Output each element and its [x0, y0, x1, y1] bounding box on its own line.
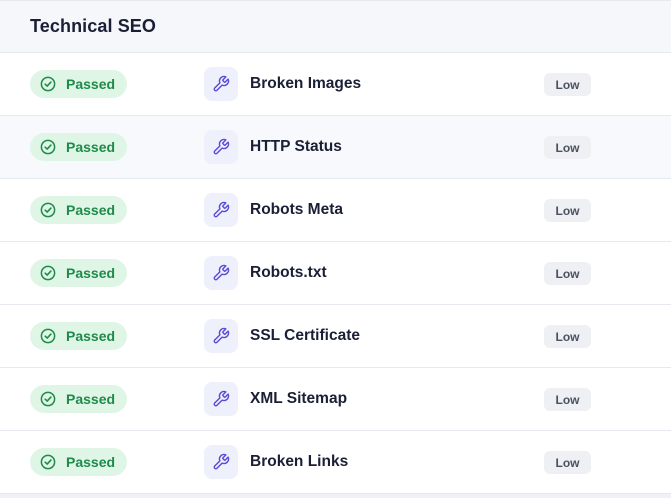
status-label: Passed — [66, 454, 116, 470]
check-name: Robots.txt — [250, 264, 327, 281]
table-row[interactable]: Passed Robots Meta Low — [0, 179, 671, 242]
status-badge: Passed — [30, 196, 128, 224]
status-badge: Passed — [30, 259, 128, 287]
table-row[interactable]: Passed Broken Links Low — [0, 431, 671, 494]
check-circle-icon — [40, 76, 56, 92]
wrench-icon — [204, 445, 238, 479]
status-label: Passed — [66, 328, 116, 344]
check-list: Passed Broken Images Low Passed HTTP Sta… — [0, 53, 671, 494]
table-row[interactable]: Passed Robots.txt Low — [0, 242, 671, 305]
priority-badge: Low — [544, 451, 591, 474]
bottom-divider — [0, 494, 671, 498]
status-label: Passed — [66, 391, 116, 407]
table-row[interactable]: Passed SSL Certificate Low — [0, 305, 671, 368]
priority-badge: Low — [544, 199, 591, 222]
status-label: Passed — [66, 265, 116, 281]
check-circle-icon — [40, 391, 56, 407]
section-header[interactable]: Technical SEO — [0, 1, 671, 53]
check-name: Robots Meta — [250, 201, 343, 218]
check-name: Broken Images — [250, 75, 362, 92]
status-badge: Passed — [30, 385, 128, 413]
check-name: SSL Certificate — [250, 327, 360, 344]
check-circle-icon — [40, 265, 56, 281]
section-title: Technical SEO — [30, 16, 157, 36]
technical-seo-panel: Technical SEO Passed Broken Images Low P… — [0, 0, 671, 498]
priority-badge: Low — [544, 73, 591, 96]
table-row[interactable]: Passed Broken Images Low — [0, 53, 671, 116]
status-badge: Passed — [30, 322, 128, 350]
check-circle-icon — [40, 454, 56, 470]
wrench-icon — [204, 382, 238, 416]
check-circle-icon — [40, 328, 56, 344]
status-badge: Passed — [30, 70, 128, 98]
wrench-icon — [204, 67, 238, 101]
table-row[interactable]: Passed XML Sitemap Low — [0, 368, 671, 431]
status-label: Passed — [66, 76, 116, 92]
check-circle-icon — [40, 139, 56, 155]
status-label: Passed — [66, 139, 116, 155]
status-label: Passed — [66, 202, 116, 218]
wrench-icon — [204, 130, 238, 164]
wrench-icon — [204, 193, 238, 227]
table-row[interactable]: Passed HTTP Status Low — [0, 116, 671, 179]
check-name: HTTP Status — [250, 138, 342, 155]
priority-badge: Low — [544, 136, 591, 159]
priority-badge: Low — [544, 325, 591, 348]
check-name: Broken Links — [250, 453, 349, 470]
status-badge: Passed — [30, 133, 128, 161]
wrench-icon — [204, 256, 238, 290]
priority-badge: Low — [544, 388, 591, 411]
priority-badge: Low — [544, 262, 591, 285]
check-name: XML Sitemap — [250, 390, 348, 407]
wrench-icon — [204, 319, 238, 353]
status-badge: Passed — [30, 448, 128, 476]
check-circle-icon — [40, 202, 56, 218]
